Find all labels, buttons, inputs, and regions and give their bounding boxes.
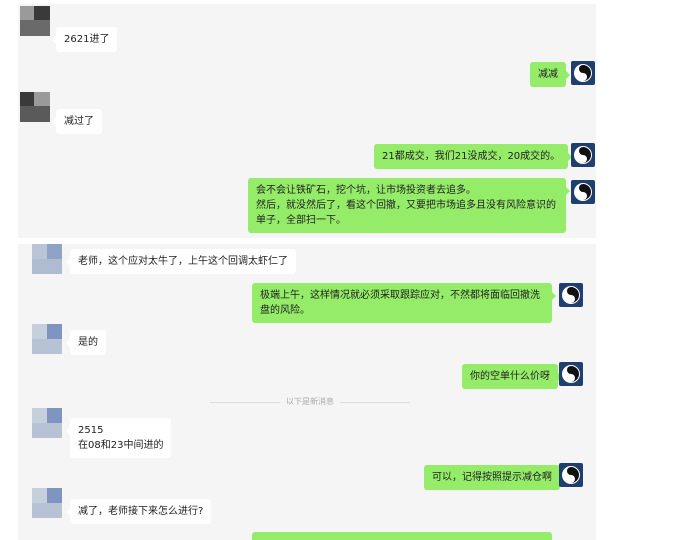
message-bubble[interactable]: 你的空单什么价呀 xyxy=(462,364,562,389)
message-bubble[interactable]: 老师，这个应对太牛了，上午这个回调太虾仁了 xyxy=(66,249,296,274)
sender-avatar-icon[interactable] xyxy=(32,488,62,518)
message-bubble[interactable]: 21都成交，我们21没成交，20成交的。 xyxy=(374,144,573,169)
yin-yang-icon xyxy=(574,183,592,201)
self-avatar[interactable] xyxy=(571,180,595,204)
message-bubble[interactable]: 会不会让铁矿石，挖个坑，让市场投资者去追多。 然后，就没然后了，看这个回撤，又要… xyxy=(248,178,570,233)
message-bubble[interactable]: 极端上午，这样情况就必须采取跟踪应对，不然都将面临回撤洗盘的风险。 xyxy=(252,283,556,323)
divider-label: 以下是新消息 xyxy=(286,397,334,406)
sender-avatar-icon[interactable] xyxy=(20,6,50,36)
sender-avatar-icon[interactable] xyxy=(20,92,50,122)
message-bubble[interactable]: 减减 xyxy=(530,62,570,87)
message-bubble[interactable]: 减过了 xyxy=(52,109,102,134)
self-avatar[interactable] xyxy=(571,143,595,167)
new-messages-divider: 以下是新消息 xyxy=(210,397,410,406)
self-avatar[interactable] xyxy=(559,463,583,487)
yin-yang-icon xyxy=(574,64,592,82)
sender-avatar-icon[interactable] xyxy=(32,408,62,438)
message-bubble[interactable]: 减了，老师接下来怎么进行? xyxy=(65,499,212,524)
message-bubble[interactable]: 2621进了 xyxy=(51,27,118,52)
yin-yang-icon xyxy=(574,146,592,164)
yin-yang-icon xyxy=(562,466,580,484)
yin-yang-icon xyxy=(562,286,580,304)
yin-yang-icon xyxy=(562,365,580,383)
self-avatar[interactable] xyxy=(559,283,583,307)
self-avatar[interactable] xyxy=(559,362,583,386)
self-avatar[interactable] xyxy=(571,61,595,85)
sender-avatar-icon[interactable] xyxy=(32,244,62,274)
message-bubble[interactable]: 2515 在08和23中间进的 xyxy=(65,418,172,458)
message-bubble[interactable]: 是的 xyxy=(66,330,106,355)
message-bubble-partial[interactable] xyxy=(252,532,552,540)
sender-avatar-icon[interactable] xyxy=(32,324,62,354)
message-bubble[interactable]: 可以，记得按照提示减仓啊 xyxy=(424,465,564,490)
